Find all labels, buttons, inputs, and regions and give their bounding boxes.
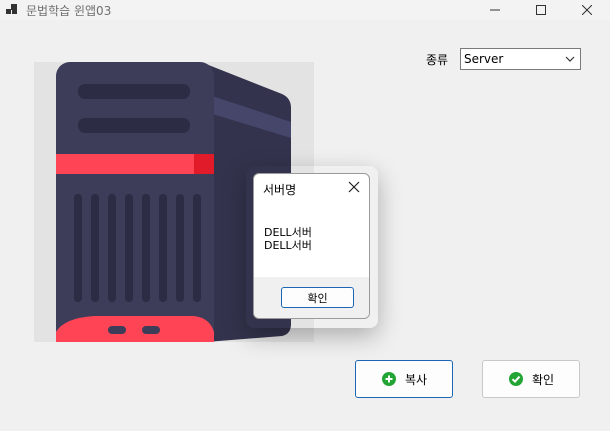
copy-button[interactable]: 복사 [355,360,453,398]
minimize-button[interactable] [472,0,518,20]
kind-select[interactable]: Server [460,48,581,70]
kind-label: 종류 [426,53,449,67]
message-box-body: DELL서버 DELL서버 [254,204,369,277]
kind-select-value: Server [464,52,504,66]
close-window-button[interactable] [564,0,610,20]
confirm-button[interactable]: 확인 [482,360,580,398]
title-bar: 문법학습 윈앱03 [0,0,610,20]
check-circle-icon [508,372,523,386]
maximize-icon [536,5,546,15]
maximize-button[interactable] [518,0,564,20]
minimize-icon [490,9,500,11]
message-box-title: 서버명 [263,183,297,197]
copy-button-label: 복사 [404,372,428,387]
plus-circle-icon [381,372,396,386]
chevron-down-icon [565,56,575,62]
app-icon [6,4,17,14]
message-box: 서버명 DELL서버 DELL서버 확인 [253,173,370,319]
message-box-text: DELL서버 DELL서버 [264,226,312,252]
message-box-footer: 확인 [254,277,369,318]
message-box-ok-button[interactable]: 확인 [281,287,354,308]
close-icon[interactable] [347,180,361,194]
close-icon [582,5,592,15]
window-title: 문법학습 윈앱03 [26,4,112,18]
confirm-button-label: 확인 [531,372,555,387]
